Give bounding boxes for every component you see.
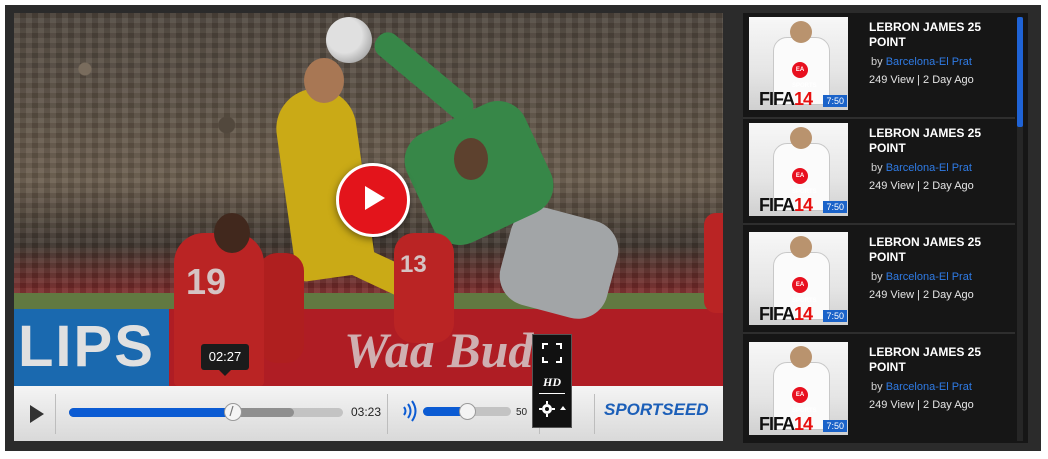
video-stats: 249 View | 2 Day Ago (869, 180, 974, 192)
thumbnail-title: FIFA14 (759, 414, 813, 435)
video-title[interactable]: LEBRON JAMES 25 POINT (869, 126, 999, 156)
thumbnail-notch (848, 242, 854, 254)
scrub-grip-icon (229, 405, 234, 417)
channel-link[interactable]: Barcelona-El Prat (886, 381, 972, 393)
volume-slider[interactable] (423, 403, 511, 420)
playlist-sidebar: EA SPORTS FIFA14 7:50 LEBRON JAMES 25 PO… (743, 13, 1028, 443)
big-play-button[interactable] (336, 163, 410, 237)
playlist-item[interactable]: EA SPORTS FIFA14 7:50 LEBRON JAMES 25 PO… (743, 119, 1015, 225)
fullscreen-icon[interactable] (542, 343, 562, 363)
sportseed-logo: SPORTSEED (604, 400, 709, 420)
video-title[interactable]: LEBRON JAMES 25 POINT (869, 235, 999, 265)
by-label: by (871, 381, 883, 393)
progress-bar[interactable] (69, 403, 343, 421)
thumb-game: FIFA (759, 414, 795, 434)
by-label: by (871, 271, 883, 283)
thumbnail-notch (848, 133, 854, 145)
playlist-scrollbar[interactable] (1017, 17, 1023, 441)
ea-sports-badge: EA SPORTS (792, 387, 817, 414)
video-thumbnail[interactable]: EA SPORTS FIFA14 7:50 (749, 123, 848, 216)
thumbnail-duration: 7:50 (823, 420, 847, 432)
ea-sports-badge: EA SPORTS (792, 277, 817, 304)
video-byline: by Barcelona-El Prat (871, 162, 972, 174)
volume-value: 50 (516, 407, 528, 418)
thumbnail-title: FIFA14 (759, 195, 813, 216)
thumbnail-duration: 7:50 (823, 310, 847, 322)
played-bar (69, 408, 234, 417)
play-icon[interactable] (26, 402, 48, 426)
video-thumbnail[interactable]: EA SPORTS FIFA14 7:50 (749, 232, 848, 325)
video-stats: 249 View | 2 Day Ago (869, 289, 974, 301)
playlist-item[interactable]: EA SPORTS FIFA14 7:50 LEBRON JAMES 25 PO… (743, 228, 1015, 334)
logo-s: S (604, 400, 616, 419)
by-label: by (871, 162, 883, 174)
thumb-game: FIFA (759, 304, 795, 324)
playlist-item[interactable]: EA SPORTS FIFA14 7:50 LEBRON JAMES 25 PO… (743, 338, 1015, 442)
video-thumbnail[interactable]: EA SPORTS FIFA14 7:50 (749, 17, 848, 110)
divider (387, 394, 388, 434)
thumb-game: FIFA (759, 89, 795, 109)
thumb-num: 14 (794, 414, 813, 434)
video-thumbnail[interactable]: EA SPORTS FIFA14 7:50 (749, 342, 848, 435)
thumbnail-head (790, 127, 812, 149)
video-stats: 249 View | 2 Day Ago (869, 399, 974, 411)
volume-handle[interactable] (459, 403, 476, 420)
divider (594, 394, 595, 434)
thumb-num: 14 (794, 304, 813, 324)
thumb-game: FIFA (759, 195, 795, 215)
thumbnail-head (790, 346, 812, 368)
time-tooltip: 02:27 (201, 344, 249, 376)
video-title[interactable]: LEBRON JAMES 25 POINT (869, 345, 999, 375)
thumbnail-duration: 7:50 (823, 95, 847, 107)
channel-link[interactable]: Barcelona-El Prat (886, 271, 972, 283)
thumbnail-duration: 7:50 (823, 201, 847, 213)
big-play-icon (365, 186, 385, 210)
hd-quality-option[interactable]: HD (533, 375, 571, 390)
ea-sports-badge: EA SPORTS (792, 62, 817, 89)
volume-icon[interactable] (400, 400, 418, 422)
divider (55, 394, 56, 434)
channel-link[interactable]: Barcelona-El Prat (886, 56, 972, 68)
thumbnail-notch (848, 352, 854, 364)
gear-icon[interactable] (539, 401, 555, 417)
video-byline: by Barcelona-El Prat (871, 271, 972, 283)
thumb-num: 14 (794, 89, 813, 109)
video-player: LIPS Wad Bud 19 13 03:23 50 SPORTSEED (14, 13, 723, 441)
scrollbar-thumb[interactable] (1017, 17, 1023, 127)
ea-sports-badge: EA SPORTS (792, 168, 817, 195)
menu-divider (539, 393, 565, 394)
channel-link[interactable]: Barcelona-El Prat (886, 162, 972, 174)
logo-seed: SEED (662, 400, 709, 419)
logo-port: PORT (615, 400, 663, 419)
video-byline: by Barcelona-El Prat (871, 381, 972, 393)
thumbnail-head (790, 21, 812, 43)
by-label: by (871, 56, 883, 68)
thumbnail-title: FIFA14 (759, 89, 813, 110)
thumbnail-title: FIFA14 (759, 304, 813, 325)
control-bar: 03:23 50 SPORTSEED (14, 386, 723, 441)
video-stats: 249 View | 2 Day Ago (869, 74, 974, 86)
video-title[interactable]: LEBRON JAMES 25 POINT (869, 20, 999, 50)
thumb-num: 14 (794, 195, 813, 215)
settings-arrow-icon (560, 406, 566, 410)
scrub-handle[interactable] (224, 403, 243, 421)
video-byline: by Barcelona-El Prat (871, 56, 972, 68)
thumbnail-notch (848, 27, 854, 39)
quality-menu: HD (532, 334, 572, 428)
playlist-item[interactable]: EA SPORTS FIFA14 7:50 LEBRON JAMES 25 PO… (743, 13, 1015, 119)
thumbnail-head (790, 236, 812, 258)
duration-label: 03:23 (351, 405, 382, 419)
